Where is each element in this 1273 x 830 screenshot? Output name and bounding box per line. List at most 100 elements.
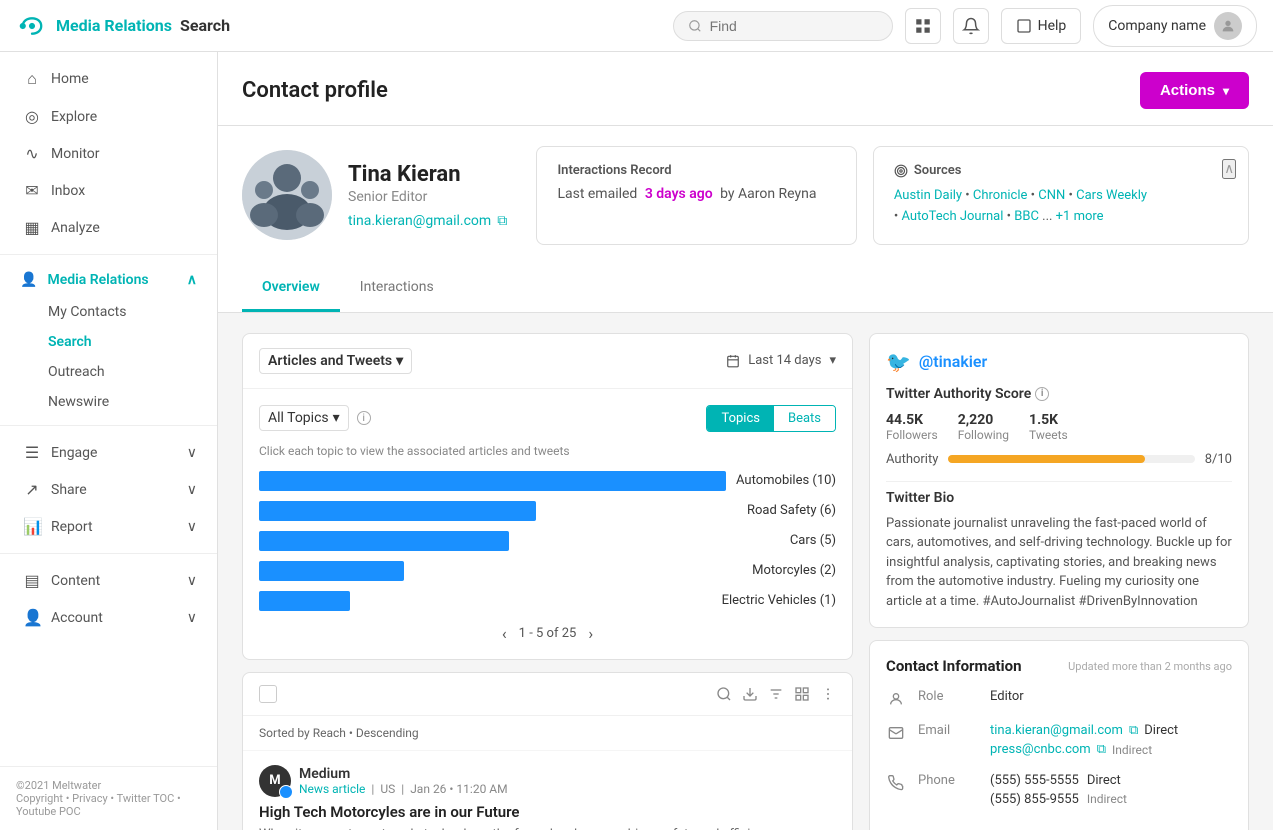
topics-info-icon[interactable]: i <box>357 411 371 425</box>
source-chronicle[interactable]: Chronicle <box>973 188 1028 203</box>
content-icon: ▤ <box>23 571 41 590</box>
toggle-topics[interactable]: Topics <box>707 406 774 431</box>
contact-details: Tina Kieran Senior Editor tina.kieran@gm… <box>348 162 507 229</box>
article-title[interactable]: High Tech Motorcyles are in our Future <box>259 803 836 821</box>
tab-overview[interactable]: Overview <box>242 265 340 312</box>
authority-bar <box>948 455 1145 463</box>
emailed-time: 3 days ago <box>645 186 713 202</box>
more-options-icon[interactable] <box>820 686 836 702</box>
phone2-type: Indirect <box>1087 792 1127 807</box>
grid-view-icon[interactable] <box>794 686 810 702</box>
sidebar-item-content[interactable]: ▤ Content ∨ <box>0 562 217 599</box>
sidebar-item-share[interactable]: ↗ Share ∨ <box>0 471 217 508</box>
sidebar-media-relations[interactable]: 👤 Media Relations ∧ <box>0 263 217 297</box>
help-btn[interactable]: Help <box>1001 8 1082 44</box>
copy-email-icon[interactable]: ⧉ <box>497 213 507 229</box>
source-more[interactable]: +1 more <box>1056 209 1104 224</box>
phone-values: (555) 555-5555 Direct (555) 855-9555 Ind… <box>990 773 1127 811</box>
articles-label: Articles and Tweets <box>268 353 392 369</box>
sidebar-label-share: Share <box>51 482 87 498</box>
source-cars-weekly[interactable]: Cars Weekly <box>1076 188 1147 203</box>
collapse-button[interactable]: ∧ <box>1222 159 1236 179</box>
email2-type: Indirect <box>1112 743 1152 757</box>
bar-item-4[interactable]: Electric Vehicles (1) <box>259 590 836 612</box>
score-info-icon[interactable]: i <box>1035 387 1049 401</box>
source-logo: M <box>259 765 291 797</box>
sidebar-label-home: Home <box>51 71 89 87</box>
phone-icon <box>886 775 906 795</box>
emailed-by: by Aaron Reyna <box>720 186 816 202</box>
sidebar-item-report[interactable]: 📊 Report ∨ <box>0 508 217 545</box>
email2-link[interactable]: press@cnbc.com <box>990 742 1091 757</box>
toggle-beats[interactable]: Beats <box>774 406 835 431</box>
actions-button[interactable]: Actions ▾ <box>1140 72 1249 109</box>
topics-header: All Topics ▾ i Topics Beats <box>259 405 836 432</box>
engage-icon: ☰ <box>23 443 41 462</box>
bar-item-0[interactable]: Automobiles (10) <box>259 470 836 492</box>
sidebar-sub-outreach[interactable]: Outreach <box>0 357 217 387</box>
sources-list: Austin Daily • Chronicle • CNN • Cars We… <box>894 186 1228 228</box>
inbox-icon: ✉ <box>23 181 41 200</box>
select-all-checkbox[interactable] <box>259 685 277 703</box>
actions-chevron-icon: ▾ <box>1223 84 1229 98</box>
all-topics-dropdown[interactable]: All Topics ▾ <box>259 405 349 431</box>
sidebar-item-account[interactable]: 👤 Account ∨ <box>0 599 217 636</box>
tweets-label: Tweets <box>1029 428 1068 442</box>
source-bbc[interactable]: BBC <box>1014 209 1039 224</box>
articles-card-header: Articles and Tweets ▾ Last 14 days ▾ <box>243 334 852 389</box>
articles-dropdown[interactable]: Articles and Tweets ▾ <box>259 348 412 374</box>
search-input[interactable] <box>710 18 870 34</box>
contact-email[interactable]: tina.kieran@gmail.com ⧉ <box>348 213 507 229</box>
avatar <box>1214 12 1242 40</box>
phone2: (555) 855-9555 <box>990 792 1079 807</box>
grid-icon <box>914 17 932 35</box>
bar-label-3: Motorcyles (2) <box>752 563 836 578</box>
sidebar-item-analyze[interactable]: ▦ Analyze <box>0 209 217 246</box>
bar-item-2[interactable]: Cars (5) <box>259 530 836 552</box>
date-filter[interactable]: Last 14 days ▾ <box>726 353 836 368</box>
filter-icon[interactable] <box>768 686 784 702</box>
company-label: Company name <box>1108 18 1206 34</box>
download-icon[interactable] <box>742 686 758 702</box>
twitter-handle[interactable]: 🐦 @tinakier <box>886 350 1232 374</box>
sidebar-item-inbox[interactable]: ✉ Inbox <box>0 172 217 209</box>
phone1-type: Direct <box>1087 773 1121 788</box>
source-initial: M <box>269 773 280 788</box>
search-list-icon[interactable] <box>716 686 732 702</box>
global-search[interactable] <box>673 11 893 41</box>
copy-email2-icon[interactable]: ⧉ <box>1097 742 1106 757</box>
stat-tweets: 1.5K Tweets <box>1029 412 1068 442</box>
copy-email1-icon[interactable]: ⧉ <box>1129 723 1138 738</box>
bar-item-1[interactable]: Road Safety (6) <box>259 500 836 522</box>
target-icon <box>894 164 908 178</box>
company-btn[interactable]: Company name <box>1093 5 1257 47</box>
source-cnn[interactable]: CNN <box>1038 188 1065 203</box>
article-description: When it comes to motorcyle technology, t… <box>259 827 836 830</box>
twitter-stats: 44.5K Followers 2,220 Following 1.5K Twe… <box>886 412 1232 442</box>
sidebar-item-explore[interactable]: ◎ Explore <box>0 98 217 135</box>
bell-icon <box>962 17 980 35</box>
sidebar-item-engage[interactable]: ☰ Engage ∨ <box>0 434 217 471</box>
tab-interactions[interactable]: Interactions <box>340 265 454 312</box>
article-separator: | <box>371 782 374 796</box>
bell-icon-btn[interactable] <box>953 8 989 44</box>
source-autotech[interactable]: AutoTech Journal <box>902 209 1004 224</box>
contact-role: Senior Editor <box>348 189 507 205</box>
email1-link[interactable]: tina.kieran@gmail.com <box>990 723 1123 738</box>
sidebar-item-monitor[interactable]: ∿ Monitor <box>0 135 217 172</box>
bio-title: Twitter Bio <box>886 490 1232 506</box>
sidebar-footer: ©2021 Meltwater Copyright • Privacy • Tw… <box>0 766 217 830</box>
next-page-button[interactable]: › <box>588 624 593 643</box>
bar-item-3[interactable]: Motorcyles (2) <box>259 560 836 582</box>
sidebar-sub-newswire[interactable]: Newswire <box>0 387 217 417</box>
twitter-bio-section: Twitter Bio Passionate journalist unrave… <box>886 490 1232 612</box>
prev-page-button[interactable]: ‹ <box>502 624 507 643</box>
sidebar-item-home[interactable]: ⌂ Home <box>0 60 217 98</box>
source-austin-daily[interactable]: Austin Daily <box>894 188 962 203</box>
grid-icon-btn[interactable] <box>905 8 941 44</box>
sidebar-sub-my-contacts[interactable]: My Contacts <box>0 297 217 327</box>
sidebar-sub-search[interactable]: Search <box>0 327 217 357</box>
media-relations-icon: 👤 <box>20 272 37 288</box>
source-name: Medium <box>299 766 508 782</box>
footer-links: Copyright • Privacy • Twitter TOC • Yout… <box>16 792 201 818</box>
